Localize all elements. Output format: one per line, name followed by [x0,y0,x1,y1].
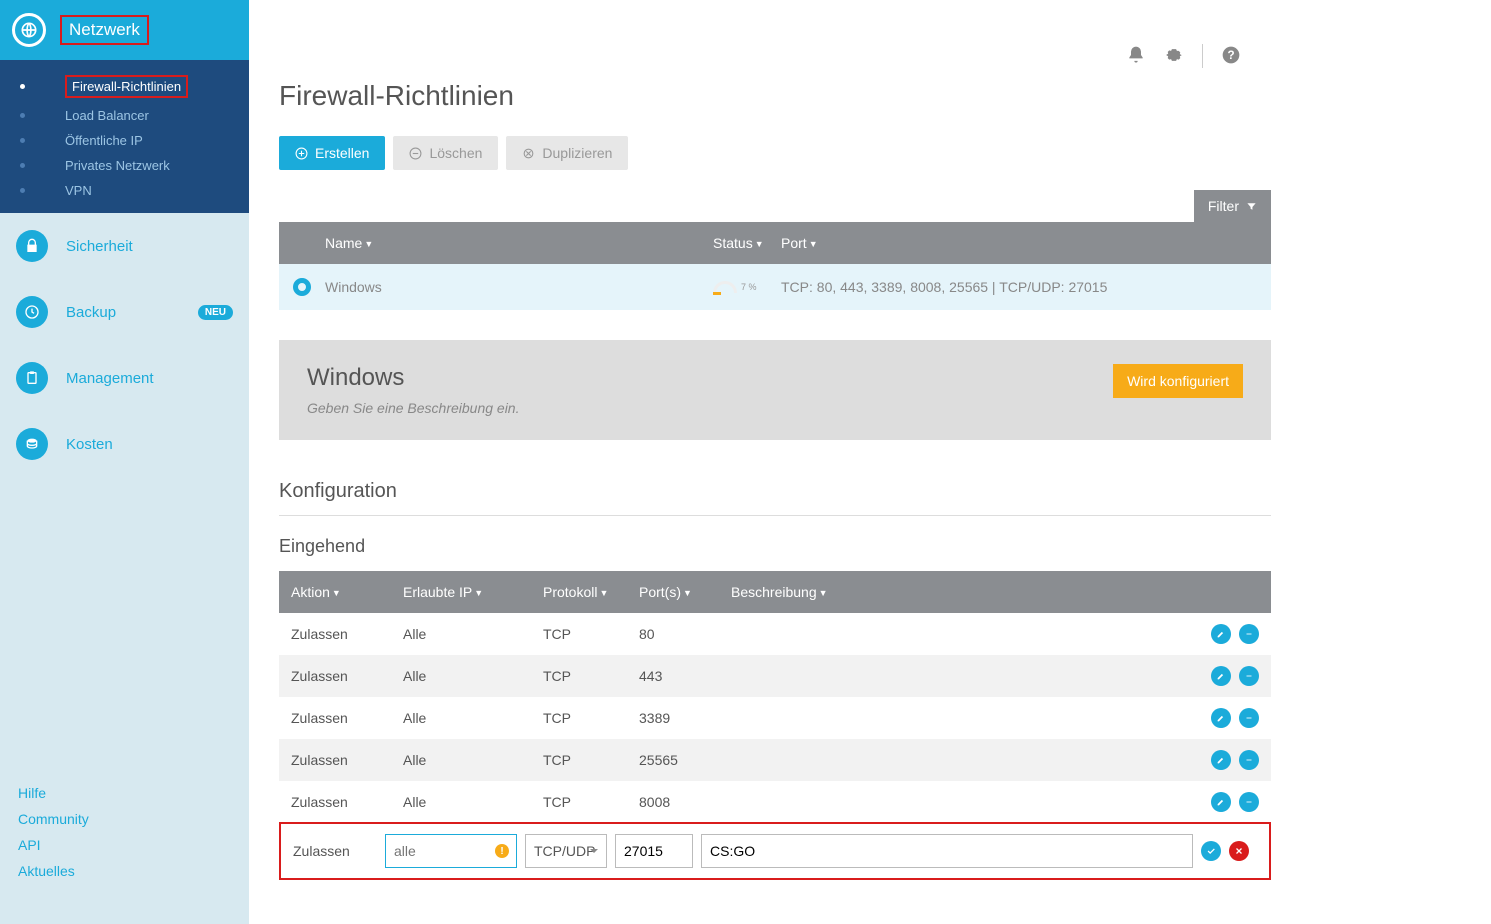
coins-icon [16,428,48,460]
filter-icon [1246,201,1257,212]
nav-sicherheit[interactable]: Sicherheit [0,213,249,279]
gauge-icon [713,281,737,293]
page-title: Firewall-Richtlinien [279,80,1271,112]
subnav-item-publicip[interactable]: Öffentliche IP [0,128,249,153]
table-row: ZulassenAlleTCP25565 [279,739,1271,781]
filter-button[interactable]: Filter [1194,190,1271,222]
link-api[interactable]: API [18,832,231,858]
clipboard-icon [16,362,48,394]
detail-title: Windows [307,364,519,392]
remove-icon[interactable] [1239,624,1259,644]
action-row: Erstellen Löschen Duplizieren [279,136,1271,170]
link-aktuelles[interactable]: Aktuelles [18,858,231,884]
edit-icon[interactable] [1211,708,1231,728]
section-title: Netzwerk [60,15,149,45]
table-row: ZulassenAlleTCP80 [279,613,1271,655]
list-header: Name▼ Status▼ Port▼ [279,222,1271,264]
delete-button: Löschen [393,136,498,170]
main: ? Firewall-Richtlinien Erstellen Löschen… [249,0,1491,924]
remove-icon[interactable] [1239,708,1259,728]
gear-icon[interactable] [1164,45,1184,68]
nav-kosten[interactable]: Kosten [0,411,249,477]
divider [1202,44,1203,68]
link-hilfe[interactable]: Hilfe [18,780,231,806]
help-icon[interactable]: ? [1221,45,1241,68]
table-row: ZulassenAlleTCP443 [279,655,1271,697]
warning-icon: ! [495,844,509,858]
sidebar-top[interactable]: Netzwerk [0,0,249,60]
sidebar: Netzwerk Firewall-Richtlinien Load Balan… [0,0,249,924]
status-button[interactable]: Wird konfiguriert [1113,364,1243,398]
lock-icon [16,230,48,262]
duplicate-button: Duplizieren [506,136,628,170]
description-placeholder[interactable]: Geben Sie eine Beschreibung ein. [307,400,519,416]
top-icons: ? [1126,44,1241,68]
subnav-item-vpn[interactable]: VPN [0,178,249,203]
remove-icon[interactable] [1239,750,1259,770]
remove-icon[interactable] [1239,666,1259,686]
ingoing-heading: Eingehend [279,536,1271,557]
nav-backup[interactable]: Backup NEU [0,279,249,345]
nav-management[interactable]: Management [0,345,249,411]
edit-icon[interactable] [1211,792,1231,812]
confirm-icon[interactable] [1201,841,1221,861]
config-heading: Konfiguration [279,480,1271,503]
detail-panel: Windows Geben Sie eine Beschreibung ein.… [279,340,1271,440]
badge-neu: NEU [198,305,233,320]
footer-links: Hilfe Community API Aktuelles [0,764,249,924]
rules-header: Aktion▼ Erlaubte IP▼ Protokoll▼ Port(s)▼… [279,571,1271,613]
remove-icon[interactable] [1239,792,1259,812]
subnav-item-privatenetwork[interactable]: Privates Netzwerk [0,153,249,178]
port-input[interactable] [615,834,693,868]
network-icon [12,13,46,47]
policy-row[interactable]: Windows 7 % TCP: 80, 443, 3389, 8008, 25… [279,264,1271,310]
bell-icon[interactable] [1126,45,1146,68]
subnav-item-firewall[interactable]: Firewall-Richtlinien [0,70,249,103]
edit-icon[interactable] [1211,624,1231,644]
rules-table: Aktion▼ Erlaubte IP▼ Protokoll▼ Port(s)▼… [279,571,1271,880]
edit-icon[interactable] [1211,666,1231,686]
table-row: ZulassenAlleTCP8008 [279,781,1271,823]
new-rule-row: Zulassen ! TCP/UDP [279,822,1271,880]
link-community[interactable]: Community [18,806,231,832]
protocol-select[interactable]: TCP/UDP [525,834,607,868]
cancel-icon[interactable] [1229,841,1249,861]
edit-icon[interactable] [1211,750,1231,770]
create-button[interactable]: Erstellen [279,136,385,170]
clock-icon [16,296,48,328]
description-input[interactable] [701,834,1193,868]
subnav: Firewall-Richtlinien Load Balancer Öffen… [0,60,249,213]
table-row: ZulassenAlleTCP3389 [279,697,1271,739]
radio-selected[interactable] [293,278,311,296]
subnav-item-loadbalancer[interactable]: Load Balancer [0,103,249,128]
svg-text:?: ? [1227,49,1234,62]
